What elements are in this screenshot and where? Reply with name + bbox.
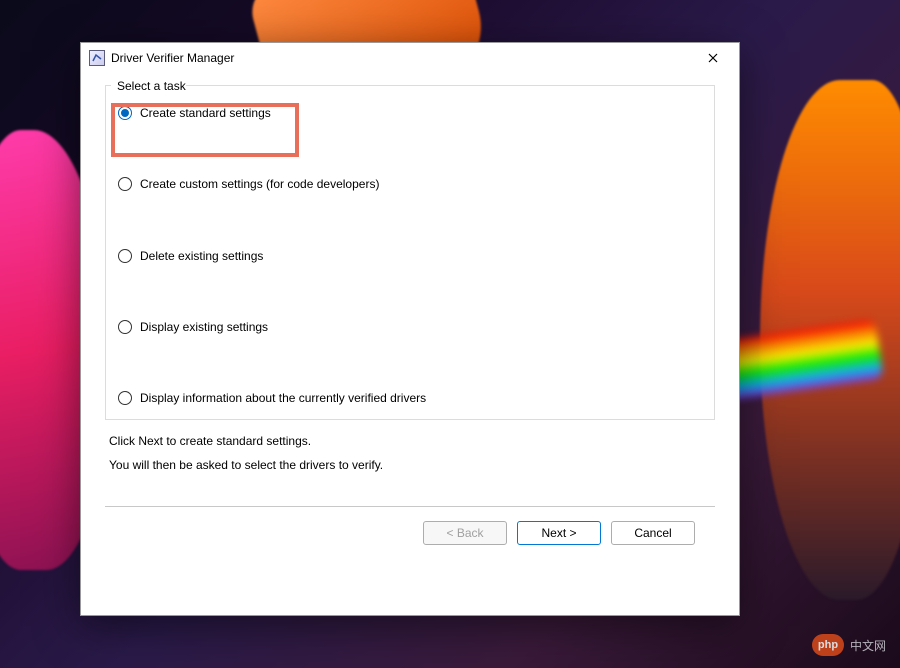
- close-button[interactable]: [693, 46, 733, 70]
- radio-label: Display existing settings: [140, 320, 268, 334]
- hint-line-2: You will then be asked to select the dri…: [109, 458, 711, 472]
- dialog-content: Select a task Create standard settings C…: [81, 73, 739, 615]
- watermark: php 中文网: [812, 634, 886, 656]
- radio-label: Create standard settings: [140, 106, 271, 120]
- radio-label: Display information about the currently …: [140, 391, 426, 405]
- radio-display-verified-info[interactable]: Display information about the currently …: [118, 387, 702, 409]
- watermark-logo: php: [812, 634, 844, 656]
- hint-text-area: Click Next to create standard settings. …: [105, 420, 715, 472]
- dialog-footer: < Back Next > Cancel: [105, 507, 715, 563]
- radio-label: Delete existing settings: [140, 249, 263, 263]
- radio-icon: [118, 391, 132, 405]
- radio-icon: [118, 106, 132, 120]
- radio-label: Create custom settings (for code develop…: [140, 177, 379, 191]
- close-icon: [708, 50, 718, 66]
- hint-line-1: Click Next to create standard settings.: [109, 434, 711, 448]
- radio-delete-existing[interactable]: Delete existing settings: [118, 245, 702, 267]
- window-title: Driver Verifier Manager: [111, 51, 693, 65]
- radio-icon: [118, 320, 132, 334]
- cancel-button[interactable]: Cancel: [611, 521, 695, 545]
- dialog-window: Driver Verifier Manager Select a task Cr…: [80, 42, 740, 616]
- titlebar[interactable]: Driver Verifier Manager: [81, 43, 739, 73]
- radio-create-standard[interactable]: Create standard settings: [118, 102, 702, 124]
- radio-icon: [118, 249, 132, 263]
- app-icon: [89, 50, 105, 66]
- task-group-box: Create standard settings Create custom s…: [105, 85, 715, 420]
- task-group-label: Select a task: [111, 79, 186, 93]
- watermark-text: 中文网: [850, 637, 886, 654]
- next-button[interactable]: Next >: [517, 521, 601, 545]
- radio-icon: [118, 177, 132, 191]
- radio-create-custom[interactable]: Create custom settings (for code develop…: [118, 173, 702, 195]
- radio-display-existing[interactable]: Display existing settings: [118, 316, 702, 338]
- back-button: < Back: [423, 521, 507, 545]
